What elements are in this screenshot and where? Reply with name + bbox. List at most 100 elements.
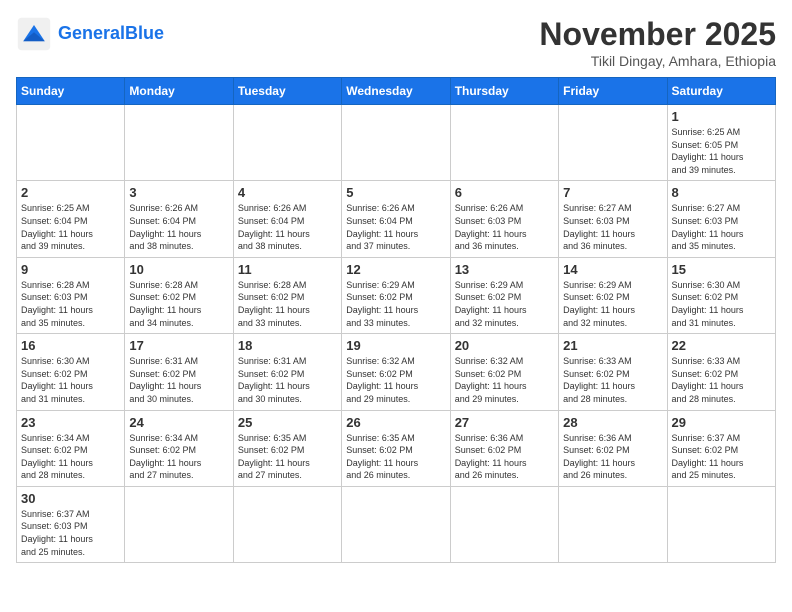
weekday-header-sunday: Sunday (17, 78, 125, 105)
calendar-day-cell: 16Sunrise: 6:30 AM Sunset: 6:02 PM Dayli… (17, 334, 125, 410)
calendar-table: SundayMondayTuesdayWednesdayThursdayFrid… (16, 77, 776, 563)
day-number: 1 (672, 109, 771, 124)
weekday-header-tuesday: Tuesday (233, 78, 341, 105)
calendar-day-cell: 15Sunrise: 6:30 AM Sunset: 6:02 PM Dayli… (667, 257, 775, 333)
weekday-header-saturday: Saturday (667, 78, 775, 105)
day-info: Sunrise: 6:25 AM Sunset: 6:05 PM Dayligh… (672, 126, 771, 176)
calendar-day-cell: 17Sunrise: 6:31 AM Sunset: 6:02 PM Dayli… (125, 334, 233, 410)
calendar-day-cell: 28Sunrise: 6:36 AM Sunset: 6:02 PM Dayli… (559, 410, 667, 486)
day-info: Sunrise: 6:37 AM Sunset: 6:02 PM Dayligh… (672, 432, 771, 482)
day-info: Sunrise: 6:36 AM Sunset: 6:02 PM Dayligh… (563, 432, 662, 482)
day-info: Sunrise: 6:29 AM Sunset: 6:02 PM Dayligh… (455, 279, 554, 329)
day-info: Sunrise: 6:27 AM Sunset: 6:03 PM Dayligh… (672, 202, 771, 252)
calendar-day-cell: 29 Sunrise: 6:37 AM Sunset: 6:02 PM Dayli… (667, 410, 775, 486)
day-info: Sunrise: 6:28 AM Sunset: 6:02 PM Dayligh… (129, 279, 228, 329)
calendar-day-cell: 9 Sunrise: 6:28 AM Sunset: 6:03 PM Daylig… (17, 257, 125, 333)
day-number: 8 (672, 185, 771, 200)
calendar-day-cell: 27 Sunrise: 6:36 AM Sunset: 6:02 PM Dayli… (450, 410, 558, 486)
day-number: 10 (129, 262, 228, 277)
calendar-week-row: 2 Sunrise: 6:25 AM Sunset: 6:04 PM Daylig… (17, 181, 776, 257)
calendar-day-cell: 25Sunrise: 6:35 AM Sunset: 6:02 PM Dayli… (233, 410, 341, 486)
calendar-week-row: 1 Sunrise: 6:25 AM Sunset: 6:05 PM Daylig… (17, 105, 776, 181)
calendar-day-cell: 4 Sunrise: 6:26 AM Sunset: 6:04 PM Daylig… (233, 181, 341, 257)
day-number: 9 (21, 262, 120, 277)
day-info: Sunrise: 6:27 AM Sunset: 6:03 PM Dayligh… (563, 202, 662, 252)
calendar-day-cell (233, 486, 341, 562)
day-info: Sunrise: 6:33 AM Sunset: 6:02 PM Dayligh… (672, 355, 771, 405)
day-number: 7 (563, 185, 662, 200)
day-number: 11 (238, 262, 337, 277)
calendar-day-cell (450, 486, 558, 562)
day-info: Sunrise: 6:26 AM Sunset: 6:03 PM Dayligh… (455, 202, 554, 252)
calendar-day-cell: 8 Sunrise: 6:27 AM Sunset: 6:03 PM Daylig… (667, 181, 775, 257)
day-info: Sunrise: 6:29 AM Sunset: 6:02 PM Dayligh… (346, 279, 445, 329)
calendar-day-cell (125, 486, 233, 562)
calendar-day-cell: 23 Sunrise: 6:34 AM Sunset: 6:02 PM Dayli… (17, 410, 125, 486)
calendar-week-row: 16Sunrise: 6:30 AM Sunset: 6:02 PM Dayli… (17, 334, 776, 410)
location-title: Tikil Dingay, Amhara, Ethiopia (539, 53, 776, 69)
calendar-day-cell: 12 Sunrise: 6:29 AM Sunset: 6:02 PM Dayli… (342, 257, 450, 333)
weekday-header-friday: Friday (559, 78, 667, 105)
day-info: Sunrise: 6:31 AM Sunset: 6:02 PM Dayligh… (238, 355, 337, 405)
calendar-day-cell: 13 Sunrise: 6:29 AM Sunset: 6:02 PM Dayli… (450, 257, 558, 333)
title-block: November 2025 Tikil Dingay, Amhara, Ethi… (539, 16, 776, 69)
day-info: Sunrise: 6:32 AM Sunset: 6:02 PM Dayligh… (346, 355, 445, 405)
day-number: 23 (21, 415, 120, 430)
logo-icon (16, 16, 52, 52)
day-info: Sunrise: 6:35 AM Sunset: 6:02 PM Dayligh… (346, 432, 445, 482)
day-number: 30 (21, 491, 120, 506)
day-number: 16 (21, 338, 120, 353)
weekday-header-row: SundayMondayTuesdayWednesdayThursdayFrid… (17, 78, 776, 105)
day-number: 20 (455, 338, 554, 353)
calendar-day-cell: 30Sunrise: 6:37 AM Sunset: 6:03 PM Dayli… (17, 486, 125, 562)
day-number: 13 (455, 262, 554, 277)
calendar-day-cell: 19 Sunrise: 6:32 AM Sunset: 6:02 PM Dayli… (342, 334, 450, 410)
day-number: 5 (346, 185, 445, 200)
calendar-day-cell: 10 Sunrise: 6:28 AM Sunset: 6:02 PM Dayli… (125, 257, 233, 333)
day-info: Sunrise: 6:30 AM Sunset: 6:02 PM Dayligh… (672, 279, 771, 329)
day-info: Sunrise: 6:28 AM Sunset: 6:03 PM Dayligh… (21, 279, 120, 329)
day-number: 27 (455, 415, 554, 430)
day-number: 4 (238, 185, 337, 200)
logo: GeneralBlue (16, 16, 164, 52)
calendar-day-cell: 6Sunrise: 6:26 AM Sunset: 6:03 PM Daylig… (450, 181, 558, 257)
day-info: Sunrise: 6:25 AM Sunset: 6:04 PM Dayligh… (21, 202, 120, 252)
day-info: Sunrise: 6:31 AM Sunset: 6:02 PM Dayligh… (129, 355, 228, 405)
day-info: Sunrise: 6:26 AM Sunset: 6:04 PM Dayligh… (238, 202, 337, 252)
calendar-day-cell: 7 Sunrise: 6:27 AM Sunset: 6:03 PM Daylig… (559, 181, 667, 257)
header: GeneralBlue November 2025 Tikil Dingay, … (16, 16, 776, 69)
weekday-header-monday: Monday (125, 78, 233, 105)
calendar-day-cell (233, 105, 341, 181)
logo-blue: Blue (125, 23, 164, 43)
calendar-day-cell (17, 105, 125, 181)
day-info: Sunrise: 6:34 AM Sunset: 6:02 PM Dayligh… (21, 432, 120, 482)
calendar-day-cell (342, 105, 450, 181)
day-info: Sunrise: 6:36 AM Sunset: 6:02 PM Dayligh… (455, 432, 554, 482)
calendar-day-cell: 21 Sunrise: 6:33 AM Sunset: 6:02 PM Dayli… (559, 334, 667, 410)
day-number: 21 (563, 338, 662, 353)
calendar-day-cell: 2 Sunrise: 6:25 AM Sunset: 6:04 PM Daylig… (17, 181, 125, 257)
day-info: Sunrise: 6:29 AM Sunset: 6:02 PM Dayligh… (563, 279, 662, 329)
day-number: 12 (346, 262, 445, 277)
calendar-day-cell: 22Sunrise: 6:33 AM Sunset: 6:02 PM Dayli… (667, 334, 775, 410)
day-number: 2 (21, 185, 120, 200)
logo-text: GeneralBlue (58, 24, 164, 44)
day-number: 3 (129, 185, 228, 200)
calendar-day-cell: 3Sunrise: 6:26 AM Sunset: 6:04 PM Daylig… (125, 181, 233, 257)
day-info: Sunrise: 6:35 AM Sunset: 6:02 PM Dayligh… (238, 432, 337, 482)
weekday-header-wednesday: Wednesday (342, 78, 450, 105)
logo-general: General (58, 23, 125, 43)
weekday-header-thursday: Thursday (450, 78, 558, 105)
day-info: Sunrise: 6:33 AM Sunset: 6:02 PM Dayligh… (563, 355, 662, 405)
month-title: November 2025 (539, 16, 776, 53)
day-number: 19 (346, 338, 445, 353)
calendar-day-cell (559, 105, 667, 181)
calendar-day-cell: 5Sunrise: 6:26 AM Sunset: 6:04 PM Daylig… (342, 181, 450, 257)
calendar-day-cell: 20 Sunrise: 6:32 AM Sunset: 6:02 PM Dayli… (450, 334, 558, 410)
day-info: Sunrise: 6:34 AM Sunset: 6:02 PM Dayligh… (129, 432, 228, 482)
calendar-day-cell: 14Sunrise: 6:29 AM Sunset: 6:02 PM Dayli… (559, 257, 667, 333)
day-number: 29 (672, 415, 771, 430)
calendar-week-row: 9 Sunrise: 6:28 AM Sunset: 6:03 PM Daylig… (17, 257, 776, 333)
day-info: Sunrise: 6:32 AM Sunset: 6:02 PM Dayligh… (455, 355, 554, 405)
calendar-day-cell (667, 486, 775, 562)
